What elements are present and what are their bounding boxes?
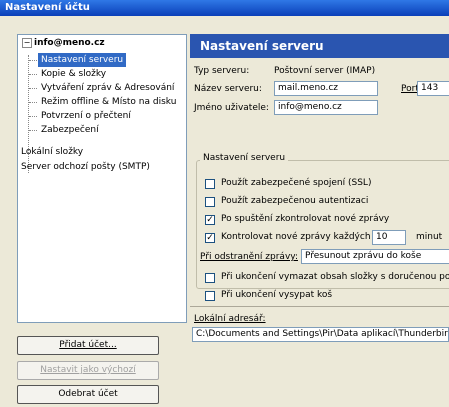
- port-input[interactable]: 143: [417, 81, 449, 96]
- check-startup-checkbox[interactable]: ✓: [205, 215, 215, 225]
- server-type-label: Typ serveru:: [194, 66, 250, 76]
- tree-item-offline[interactable]: Režim offline & Místo na disku: [41, 95, 176, 109]
- panel-title: Nastavení serveru: [190, 34, 449, 58]
- check-interval-input[interactable]: 10: [372, 230, 406, 245]
- secure-auth-label: Použít zabezpečenou autentizaci: [221, 196, 369, 206]
- tree-item-receipts[interactable]: Potvrzení o přečtení: [41, 109, 131, 123]
- tree-item-copies-folders[interactable]: Kopie & složky: [41, 67, 106, 81]
- tree-branch: [29, 88, 37, 89]
- set-default-label: Nastavit jako výchozí: [40, 365, 136, 375]
- tree-item-composition[interactable]: Vytváření zpráv & Adresování: [41, 81, 174, 95]
- tree-item-server-settings[interactable]: Nastavení serveru: [38, 53, 127, 67]
- local-dir-input[interactable]: C:\Documents and Settings\Pir\Data aplik…: [192, 327, 449, 342]
- server-type-value: Poštovní server (IMAP): [274, 66, 376, 76]
- username-label: Jméno uživatele:: [194, 103, 269, 113]
- ssl-label: Použít zabezpečené spojení (SSL): [221, 178, 372, 188]
- tree-smtp-server[interactable]: Server odchozí pošty (SMTP): [21, 160, 150, 174]
- server-name-input[interactable]: mail.meno.cz: [274, 81, 378, 96]
- tree-account[interactable]: info@meno.cz: [34, 36, 105, 50]
- expunge-label: Při ukončení vymazat obsah složky s doru…: [221, 272, 449, 282]
- separator: [190, 306, 449, 307]
- expunge-checkbox[interactable]: [205, 273, 215, 283]
- tree-branch: [29, 74, 37, 75]
- local-dir-label: Lokální adresář:: [194, 314, 266, 324]
- empty-trash-checkbox[interactable]: [205, 291, 215, 301]
- on-delete-label: Při odstranění zprávy:: [200, 252, 298, 262]
- group-title: Nastavení serveru: [200, 153, 289, 163]
- tree-branch: [29, 116, 37, 117]
- tree-branch: [29, 130, 37, 131]
- tree-item-security[interactable]: Zabezpečení: [41, 123, 99, 137]
- username-input[interactable]: info@meno.cz: [274, 100, 378, 115]
- check-every-checkbox[interactable]: ✓: [205, 233, 215, 243]
- add-account-label: Přidat účet...: [59, 340, 117, 350]
- on-delete-dropdown[interactable]: Přesunout zprávu do koše: [301, 249, 449, 264]
- empty-trash-label: Při ukončení vysypat koš: [221, 290, 333, 300]
- on-delete-value: Přesunout zprávu do koše: [305, 251, 422, 261]
- add-account-button[interactable]: Přidat účet...: [17, 336, 159, 355]
- tree-local-folders[interactable]: Lokální složky: [21, 145, 83, 159]
- collapse-icon[interactable]: −: [22, 38, 32, 48]
- set-default-button[interactable]: Nastavit jako výchozí: [17, 361, 159, 380]
- ssl-checkbox[interactable]: [205, 179, 215, 189]
- window-title: Nastavení účtu: [0, 0, 449, 16]
- secure-auth-checkbox[interactable]: [205, 197, 215, 207]
- check-every-label: Kontrolovat nové zprávy každých: [221, 232, 371, 242]
- tree-branch: [29, 102, 37, 103]
- minutes-label: minut: [416, 232, 443, 242]
- server-name-label: Název serveru:: [194, 84, 262, 94]
- check-startup-label: Po spuštění zkontrolovat nové zprávy: [221, 214, 390, 224]
- remove-account-label: Odebrat účet: [58, 389, 118, 399]
- account-tree[interactable]: − info@meno.cz Nastavení serveru Kopie &…: [17, 34, 187, 323]
- tree-branch: [29, 60, 37, 61]
- remove-account-button[interactable]: Odebrat účet: [17, 385, 159, 404]
